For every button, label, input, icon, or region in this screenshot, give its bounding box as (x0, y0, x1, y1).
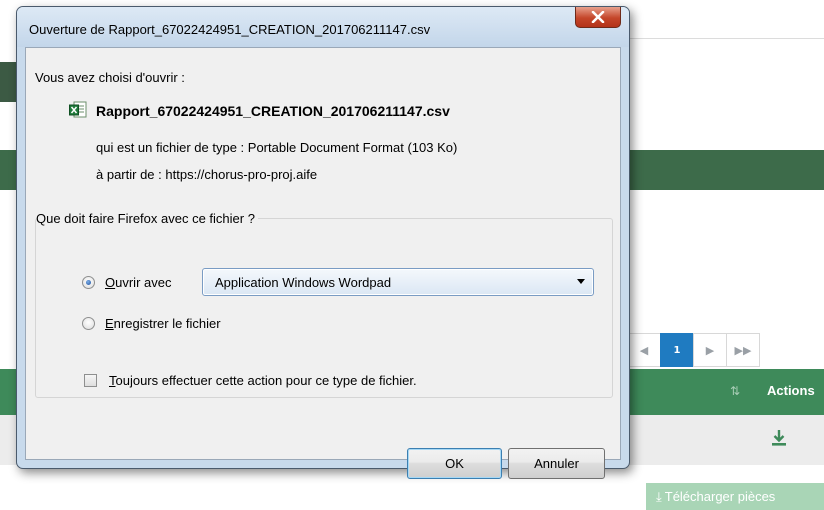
table-row (600, 415, 824, 465)
open-with-label[interactable]: Ouvrir avec (105, 275, 171, 290)
file-type-value: Portable Document Format (103 Ko) (247, 140, 458, 155)
always-do-text: oujours effectuer cette action pour ce t… (115, 373, 417, 388)
actions-column-header: Actions (767, 383, 815, 398)
file-name: Rapport_67022424951_CREATION_20170621114… (96, 103, 450, 119)
csv-file-icon (69, 101, 87, 118)
pager-prev-button[interactable]: ◀ (627, 333, 661, 367)
download-attachments-button[interactable]: ⤓ Télécharger pièces (646, 483, 824, 510)
open-with-accel: O (105, 275, 116, 290)
file-source-line: à partir de : https://chorus-pro-proj.ai… (96, 167, 317, 182)
download-icon: ⤓ (656, 488, 662, 504)
action-groupbox: Que doit faire Firefox avec ce fichier ? (35, 211, 613, 398)
chevron-down-icon (577, 279, 585, 284)
close-icon (591, 11, 605, 23)
close-button[interactable] (575, 7, 621, 28)
sort-icon[interactable]: ⇅ (730, 384, 740, 398)
pagination: ◀ 1 ▶ ▶▶ (627, 333, 760, 367)
file-source-label: à partir de : (96, 167, 162, 182)
application-select-value: Application Windows Wordpad (215, 275, 392, 290)
file-type-line: qui est un fichier de type : Portable Do… (96, 140, 457, 155)
file-type-label: qui est un fichier de type : (96, 140, 245, 155)
always-do-label[interactable]: Toujours effectuer cette action pour ce … (109, 373, 417, 388)
dialog-titlebar[interactable]: Ouverture de Rapport_67022424951_CREATIO… (17, 7, 629, 47)
chosen-to-open-label: Vous avez choisi d'ouvrir : (35, 70, 185, 85)
download-icon[interactable] (770, 428, 788, 448)
application-select[interactable]: Application Windows Wordpad (202, 268, 594, 296)
save-file-label[interactable]: Enregistrer le fichier (105, 316, 221, 331)
file-open-dialog: Ouverture de Rapport_67022424951_CREATIO… (16, 6, 630, 479)
save-file-accel: E (105, 316, 114, 331)
save-file-text: nregistrer le fichier (113, 316, 221, 331)
file-source-url: https://chorus-pro-proj.aife (165, 167, 318, 182)
pager-next-button[interactable]: ▶ (693, 333, 727, 367)
save-file-radio[interactable] (82, 317, 95, 330)
always-do-checkbox[interactable] (84, 374, 97, 387)
open-with-radio[interactable] (82, 276, 95, 289)
dialog-body: Vous avez choisi d'ouvrir : Rapport_6702… (25, 47, 621, 479)
cancel-button[interactable]: Annuler (508, 448, 605, 479)
open-with-text: uvrir avec (115, 275, 172, 290)
pager-last-button[interactable]: ▶▶ (726, 333, 760, 367)
action-question: Que doit faire Firefox avec ce fichier ? (36, 211, 258, 226)
ok-button[interactable]: OK (407, 448, 502, 479)
bg-green-band (610, 150, 824, 190)
download-attachments-label: Télécharger pièces (664, 489, 776, 504)
pager-page-1[interactable]: 1 (660, 333, 694, 367)
dialog-title: Ouverture de Rapport_67022424951_CREATIO… (29, 22, 431, 37)
